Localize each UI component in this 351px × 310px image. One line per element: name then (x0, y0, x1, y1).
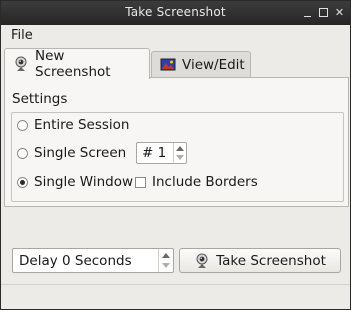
spin-down-icon[interactable] (176, 155, 184, 160)
single-window-radio[interactable] (17, 176, 28, 188)
delay-value: Delay 0 Seconds (19, 253, 132, 269)
tab-label: View/Edit (182, 56, 245, 73)
option-label: Single Window (34, 174, 134, 190)
take-screenshot-label: Take Screenshot (216, 252, 326, 269)
option-single-window[interactable]: Single Window (17, 174, 133, 190)
include-borders-option[interactable]: Include Borders (135, 174, 258, 190)
delay-up-icon[interactable] (162, 253, 170, 258)
take-screenshot-button[interactable]: Take Screenshot (179, 248, 341, 273)
maximize-button[interactable] (317, 6, 330, 19)
webcam-icon (13, 56, 29, 72)
tab-bar: New Screenshot View/Edit (1, 48, 350, 80)
menu-bar: File (1, 25, 350, 46)
close-button[interactable]: ✕ (333, 6, 346, 19)
image-icon (160, 57, 176, 73)
delay-arrows[interactable] (158, 249, 173, 272)
include-borders-label: Include Borders (152, 174, 258, 190)
tab-label: New Screenshot (35, 48, 111, 80)
entire-session-radio[interactable] (17, 119, 28, 131)
delay-spinbox[interactable]: Delay 0 Seconds (12, 248, 174, 273)
tab-view-edit[interactable]: View/Edit (151, 51, 251, 77)
option-entire-session[interactable]: Entire Session (17, 117, 130, 133)
include-borders-checkbox[interactable] (135, 176, 146, 188)
take-screenshot-window: Take Screenshot ✕ File New Screenshot Vi… (0, 0, 351, 310)
menu-file[interactable]: File (11, 28, 33, 43)
window-title: Take Screenshot (125, 5, 226, 19)
screen-number-value: # 1 (142, 145, 167, 161)
spinbox-arrows[interactable] (173, 143, 186, 163)
tab-new-screenshot[interactable]: New Screenshot (4, 48, 150, 80)
webcam-icon (194, 253, 210, 269)
settings-label: Settings (12, 91, 68, 107)
option-single-screen[interactable]: Single Screen (17, 145, 126, 161)
minimize-button[interactable] (301, 6, 314, 19)
option-label: Single Screen (34, 145, 127, 161)
single-screen-radio[interactable] (17, 147, 28, 159)
spin-up-icon[interactable] (176, 146, 184, 151)
title-bar[interactable]: Take Screenshot ✕ (1, 1, 350, 25)
status-divider (1, 284, 350, 285)
screen-number-spinbox[interactable]: # 1 (136, 142, 187, 164)
delay-down-icon[interactable] (162, 263, 170, 268)
option-label: Entire Session (34, 117, 130, 133)
